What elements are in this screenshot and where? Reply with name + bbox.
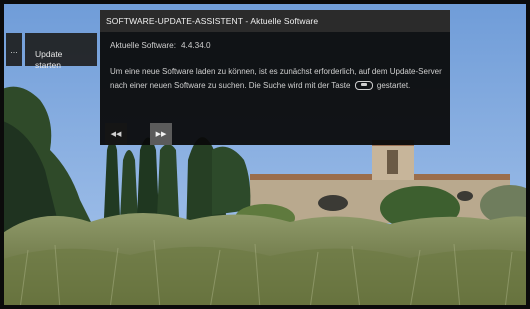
- dialog-description: Um eine neue Software laden zu können, i…: [110, 65, 444, 92]
- update-start-button[interactable]: Update starten: [25, 33, 97, 70]
- description-text-2: gestartet.: [376, 80, 411, 90]
- current-software-version: 4.4.34.0: [181, 41, 211, 50]
- dialog-title: SOFTWARE-UPDATE-ASSISTENT - Aktuelle Sof…: [100, 10, 450, 32]
- software-update-dialog: SOFTWARE-UPDATE-ASSISTENT - Aktuelle Sof…: [100, 10, 450, 145]
- more-options-button[interactable]: ...: [6, 33, 22, 66]
- current-software-row: Aktuelle Software: 4.4.34.0: [110, 41, 211, 50]
- update-start-label: Update starten: [35, 49, 63, 70]
- current-software-label: Aktuelle Software:: [110, 41, 176, 50]
- fast-forward-icon: ▶▶: [155, 131, 167, 138]
- rewind-icon: ◀◀: [110, 131, 122, 138]
- ok-key-icon: [354, 80, 373, 90]
- side-menu: ... Update starten: [6, 33, 97, 70]
- next-button[interactable]: ▶▶: [150, 123, 172, 145]
- more-options-label: ...: [10, 44, 18, 55]
- previous-button[interactable]: ◀◀: [105, 123, 127, 145]
